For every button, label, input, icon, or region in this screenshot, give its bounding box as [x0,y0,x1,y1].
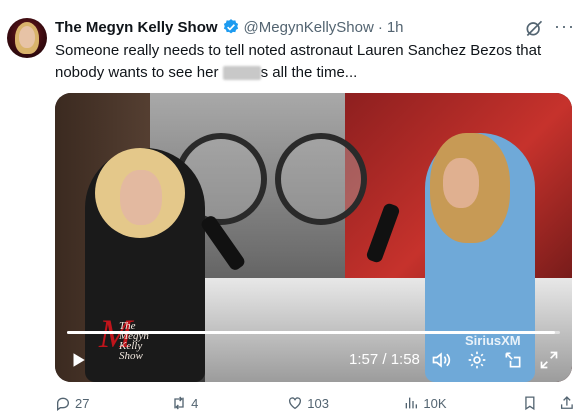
author-handle[interactable]: @MegynKellyShow [244,19,374,36]
play-icon[interactable] [69,351,87,369]
host-face [443,158,479,208]
fullscreen-icon[interactable] [539,350,559,370]
more-icon[interactable]: ··· [554,17,574,36]
repost-count: 4 [191,395,199,411]
like-action[interactable]: 103 [287,395,403,411]
repost-action[interactable]: 4 [171,395,287,411]
show-logo: M The Megyn Kelly Show [99,314,149,362]
bookmark-icon[interactable] [522,395,538,411]
siriusxm-watermark: SiriusXM [465,333,521,348]
video-time-display: 1:57 / 1:58 [349,351,420,368]
pip-icon[interactable] [503,350,523,370]
verified-badge-icon [223,19,238,34]
views-action[interactable]: 10K [403,395,519,411]
views-count: 10K [423,395,447,411]
grok-icon[interactable] [524,18,544,38]
reply-icon [57,397,70,411]
redacted-word [222,66,261,81]
author-name[interactable]: The Megyn Kelly Show [55,19,218,36]
author-avatar[interactable] [7,18,47,58]
tweet-timestamp[interactable]: 1h [387,19,404,36]
video-progress-bar[interactable] [67,331,560,334]
tweet-actions: 27 4 103 10K [55,395,575,411]
show-logo-line-4: Show [119,350,143,362]
repost-icon [174,396,184,410]
video-progress-fill [67,331,556,334]
guest-face [120,170,162,225]
tweet-text: Someone really needs to tell noted astro… [55,40,575,84]
volume-icon[interactable] [431,350,451,370]
tweet-header: The Megyn Kelly Show @MegynKellyShow · 1… [55,16,404,38]
avatar-face [19,26,35,48]
separator-dot: · [377,18,383,36]
tweet-text-after: s all the time... [260,64,358,81]
reply-action[interactable]: 27 [55,395,171,411]
views-icon [406,397,418,409]
like-icon [289,397,302,410]
like-count: 103 [307,395,329,411]
settings-icon[interactable] [467,350,487,370]
video-glasses-right [275,133,367,225]
reply-count: 27 [75,395,90,411]
video-player[interactable]: M The Megyn Kelly Show SiriusXM 1:57 / 1… [55,93,572,382]
share-icon[interactable] [559,395,575,411]
